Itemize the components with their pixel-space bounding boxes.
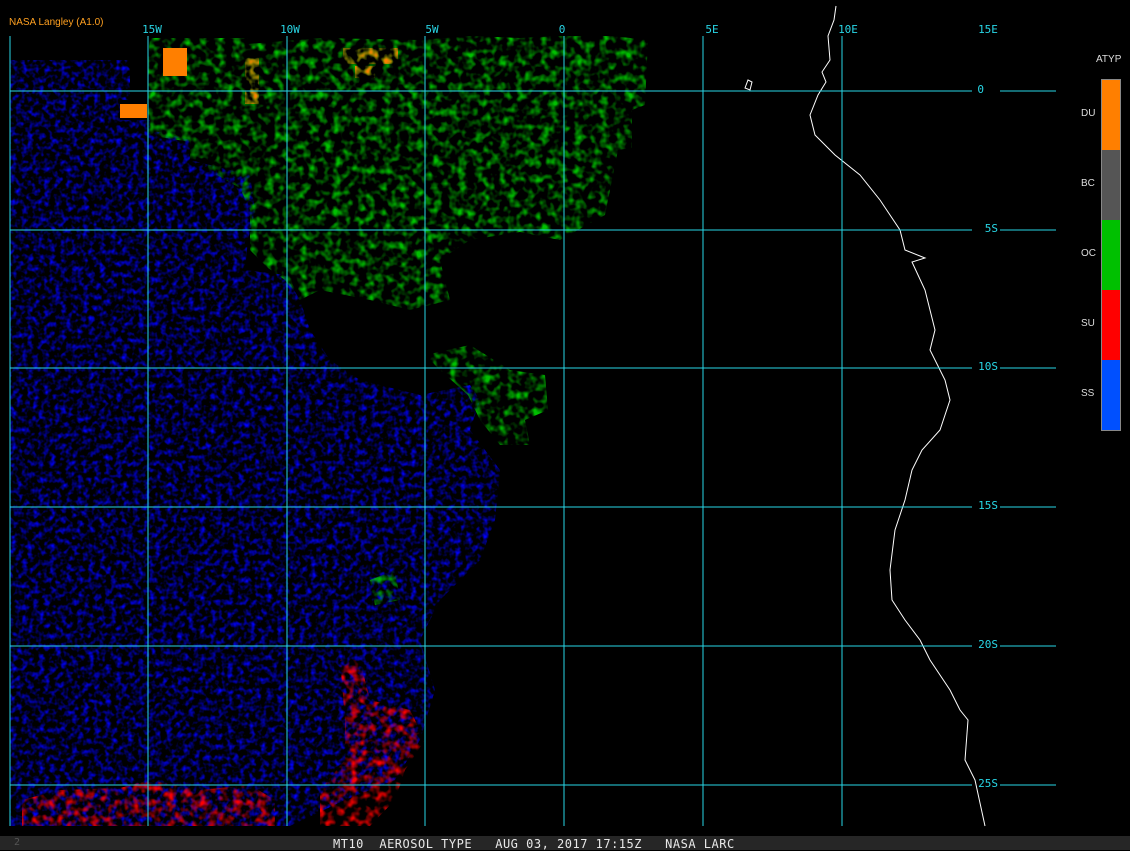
legend-title: ATYP: [1096, 54, 1122, 65]
legend-swatch-bc: [1102, 150, 1120, 220]
lat-label-10s: 10S: [978, 360, 998, 373]
coastline: [809, 5, 986, 827]
lon-label-5w: 5W: [425, 23, 439, 36]
product-caption: MT10 AEROSOL TYPE AUG 03, 2017 17:15Z NA…: [333, 837, 735, 851]
map-canvas: [9, 5, 1056, 827]
lon-label-10w: 10W: [280, 23, 300, 36]
lon-label-0: 0: [558, 23, 566, 36]
lat-label-25s: 25S: [978, 777, 998, 790]
lat-label-5s: 5S: [984, 222, 998, 235]
page-number: 2: [14, 837, 21, 848]
lon-label-15w: 15W: [142, 23, 162, 36]
legend-swatch-oc: [1102, 220, 1120, 290]
legend-label-bc: BC: [1081, 178, 1095, 189]
legend-label-su: SU: [1081, 318, 1095, 329]
legend-label-oc: OC: [1081, 248, 1096, 259]
island-outline: [744, 79, 753, 91]
legend-swatch-su: [1102, 290, 1120, 360]
lat-label-20s: 20S: [978, 638, 998, 651]
legend-color-bar: [1101, 79, 1121, 431]
legend-swatch-ss: [1102, 360, 1120, 430]
legend-swatch-du: [1102, 80, 1120, 150]
legend-label-ss: SS: [1081, 388, 1095, 399]
lon-label-15e: 15E: [978, 23, 998, 36]
lat-label-15s: 15S: [978, 499, 998, 512]
lon-label-10e: 10E: [838, 23, 858, 36]
legend-label-du: DU: [1081, 108, 1096, 119]
credit-label: NASA Langley (A1.0): [9, 17, 104, 28]
lon-label-5e: 5E: [705, 23, 719, 36]
lat-label-0: 0: [977, 83, 984, 96]
footer-bar: 2 MT10 AEROSOL TYPE AUG 03, 2017 17:15Z …: [0, 836, 1130, 851]
